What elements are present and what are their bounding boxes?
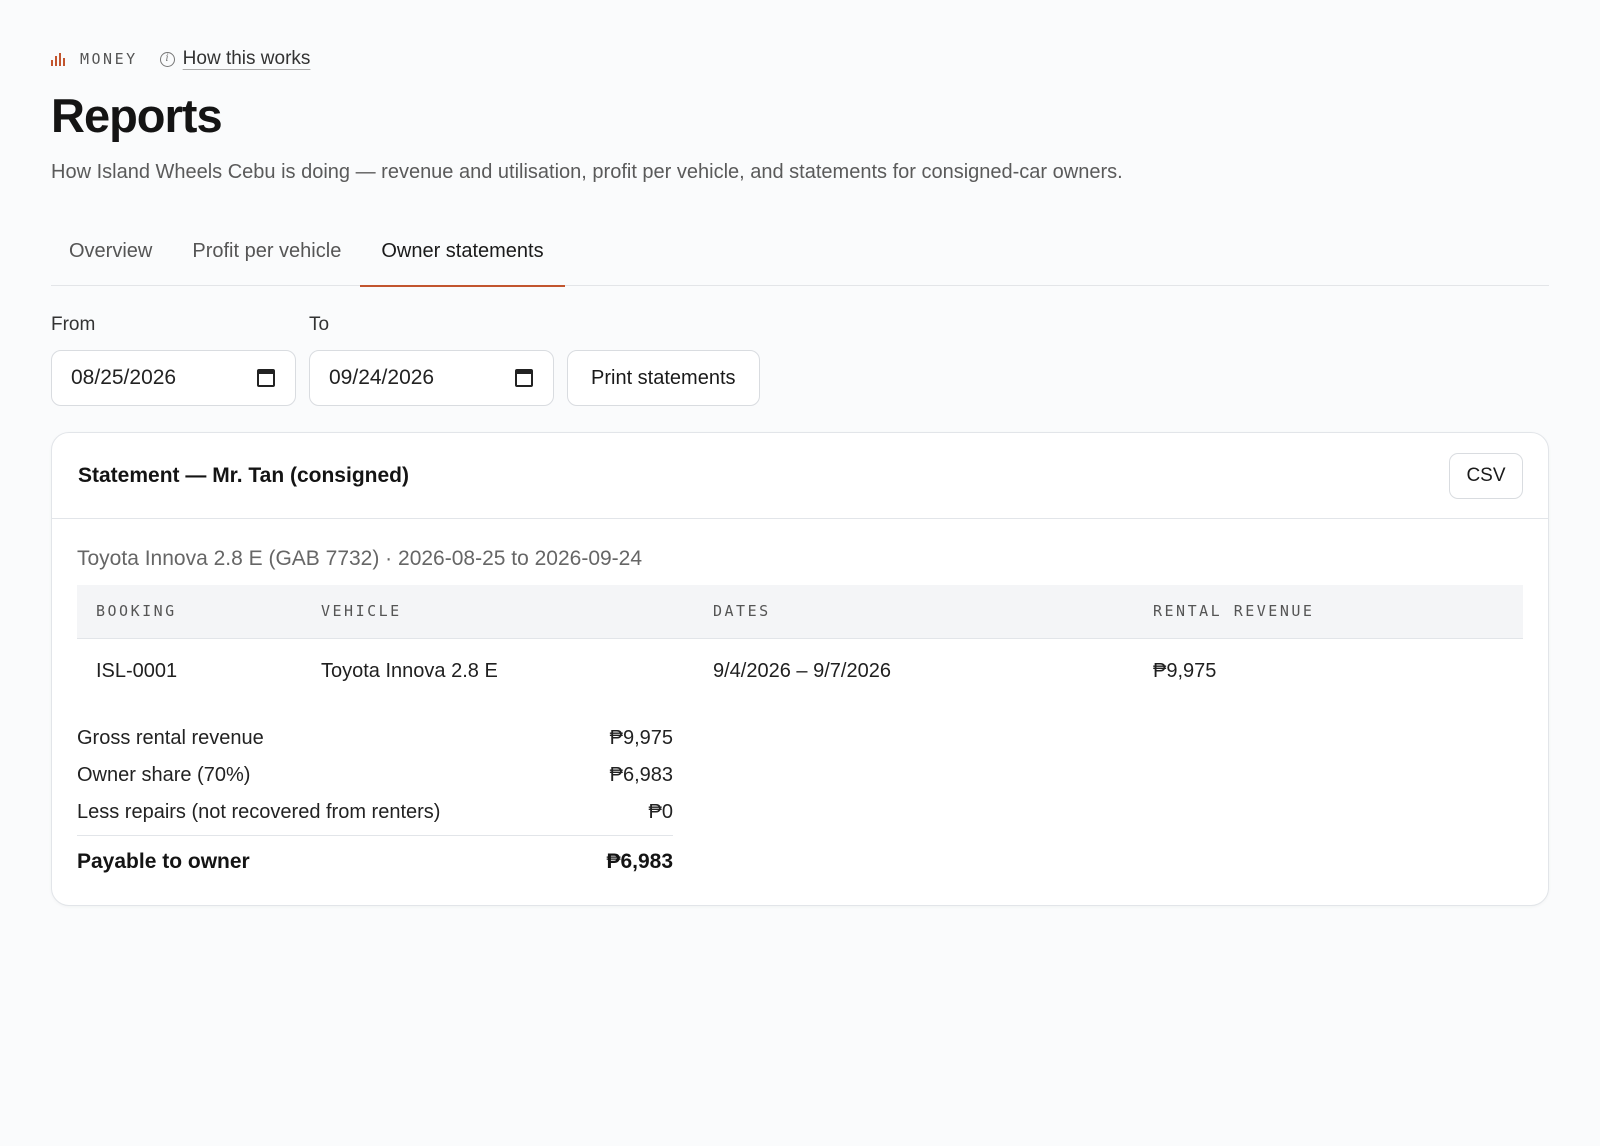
reports-page: MONEY i How this works Reports How Islan… — [51, 44, 1549, 906]
bookings-table: BOOKING VEHICLE DATES RENTAL REVENUE ISL… — [77, 585, 1523, 704]
bar-chart-icon — [51, 52, 67, 66]
column-header-booking: BOOKING — [77, 585, 302, 639]
summary-row-payable: Payable to owner ₱6,983 — [77, 835, 673, 883]
column-header-rental-revenue: RENTAL REVENUE — [1134, 585, 1523, 639]
summary-row-owner-share: Owner share (70%) ₱6,983 — [77, 757, 673, 794]
statement-body: Toyota Innova 2.8 E (GAB 7732) · 2026-08… — [52, 547, 1548, 883]
to-label: To — [309, 314, 330, 335]
tab-owner-statements[interactable]: Owner statements — [360, 228, 565, 287]
column-header-vehicle: VEHICLE — [302, 585, 694, 639]
from-date-value: 08/25/2026 — [71, 366, 177, 389]
summary-label: Gross rental revenue — [77, 727, 264, 749]
payable-value: ₱6,983 — [606, 849, 673, 873]
calendar-icon[interactable] — [257, 369, 275, 387]
statement-title: Statement — Mr. Tan (consigned) — [78, 463, 409, 487]
table-header-row: BOOKING VEHICLE DATES RENTAL REVENUE — [77, 585, 1523, 639]
calendar-icon[interactable] — [515, 369, 533, 387]
summary-label: Less repairs (not recovered from renters… — [77, 801, 441, 823]
tab-profit-per-vehicle[interactable]: Profit per vehicle — [174, 228, 359, 285]
page-title: Reports — [51, 89, 223, 142]
info-icon: i — [159, 51, 175, 67]
report-tabs: Overview Profit per vehicle Owner statem… — [51, 228, 1549, 287]
csv-export-button[interactable]: CSV — [1449, 452, 1523, 499]
column-header-dates: DATES — [694, 585, 1134, 639]
to-date-value: 09/24/2026 — [329, 366, 435, 389]
to-date-input[interactable]: 09/24/2026 — [309, 350, 554, 406]
table-row: ISL-0001 Toyota Innova 2.8 E 9/4/2026 – … — [77, 638, 1523, 704]
statement-meta: Toyota Innova 2.8 E (GAB 7732) · 2026-08… — [77, 547, 643, 570]
page-subtitle: How Island Wheels Cebu is doing — revenu… — [51, 161, 1123, 183]
booking-dates: 9/4/2026 – 9/7/2026 — [713, 659, 891, 682]
summary-value: ₱0 — [648, 801, 673, 823]
payable-label: Payable to owner — [77, 849, 250, 873]
statement-card: Statement — Mr. Tan (consigned) CSV Toyo… — [51, 432, 1549, 906]
rental-revenue: ₱9,975 — [1153, 659, 1217, 682]
summary-label: Owner share (70%) — [77, 764, 251, 786]
how-this-works-link[interactable]: How this works — [183, 48, 311, 70]
vehicle-name: Toyota Innova 2.8 E — [321, 659, 498, 682]
statement-header: Statement — Mr. Tan (consigned) CSV — [52, 433, 1548, 519]
print-statements-button[interactable]: Print statements — [567, 350, 760, 406]
tab-overview[interactable]: Overview — [51, 228, 170, 285]
from-label: From — [51, 314, 96, 335]
from-date-input[interactable]: 08/25/2026 — [51, 350, 296, 406]
eyebrow: MONEY i How this works — [51, 44, 1549, 74]
statement-summary: Gross rental revenue ₱9,975 Owner share … — [77, 720, 673, 883]
summary-row-repairs: Less repairs (not recovered from renters… — [77, 794, 673, 831]
from-field: From 08/25/2026 — [51, 314, 296, 406]
summary-value: ₱9,975 — [609, 727, 673, 749]
summary-value: ₱6,983 — [609, 764, 673, 786]
date-filters: From 08/25/2026 To 09/24/2026 Print stat… — [51, 314, 1549, 406]
section-label: MONEY — [80, 50, 138, 68]
booking-id: ISL-0001 — [96, 659, 178, 682]
to-field: To 09/24/2026 — [309, 314, 554, 406]
summary-row-gross: Gross rental revenue ₱9,975 — [77, 720, 673, 757]
